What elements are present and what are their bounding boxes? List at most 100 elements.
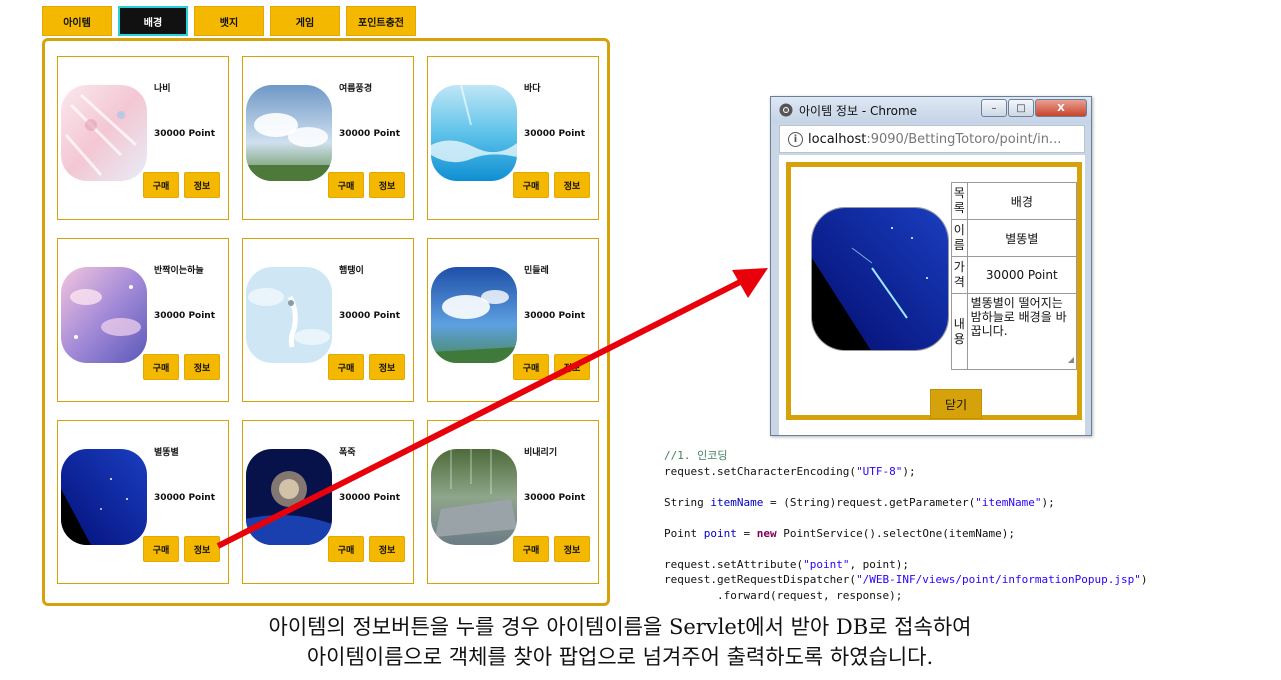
item-price: 30000 Point bbox=[154, 493, 216, 503]
description-textarea[interactable]: 별똥별이 떨어지는 밤하늘로 배경을 바꿉니다. ◢ bbox=[966, 293, 1078, 370]
item-image-sparkling-sky bbox=[61, 267, 147, 363]
info-button[interactable]: 정보 bbox=[369, 536, 405, 562]
chrome-icon bbox=[779, 103, 793, 117]
item-name: 햄탱이 bbox=[339, 266, 364, 276]
item-name: 반짝이는하늘 bbox=[154, 266, 204, 276]
code-text: String bbox=[664, 495, 711, 509]
tab-item[interactable]: 아이템 bbox=[42, 6, 112, 36]
item-name: 폭죽 bbox=[339, 448, 356, 458]
detail-value: 30000 Point bbox=[966, 256, 1078, 294]
code-text: , point); bbox=[849, 557, 910, 571]
info-button[interactable]: 정보 bbox=[184, 536, 220, 562]
item-name: 나비 bbox=[154, 84, 171, 94]
item-image-fireworks bbox=[246, 449, 332, 545]
close-button[interactable]: 닫기 bbox=[930, 389, 982, 419]
code-text: .forward(request, response); bbox=[664, 588, 903, 602]
info-button[interactable]: 정보 bbox=[369, 172, 405, 198]
item-card: 햄탱이 30000 Point 구매 정보 bbox=[242, 238, 414, 402]
buy-button[interactable]: 구매 bbox=[328, 354, 364, 380]
servlet-code-snippet: //1. 인코딩 request.setCharacterEncoding("U… bbox=[664, 448, 1147, 603]
popup-content: 목 록 배경 이 름 별똥별 가 격 30000 Point 내 용 별똥별이 … bbox=[779, 155, 1085, 435]
item-card: 바다 30000 Point 구매 정보 bbox=[427, 56, 599, 220]
buy-button[interactable]: 구매 bbox=[143, 172, 179, 198]
item-card: 여름풍경 30000 Point 구매 정보 bbox=[242, 56, 414, 220]
code-text: request.setAttribute( bbox=[664, 557, 804, 571]
window-close-button[interactable]: X bbox=[1035, 99, 1087, 117]
item-image-summer bbox=[246, 85, 332, 181]
item-card: 민들레 30000 Point 구매 정보 bbox=[427, 238, 599, 402]
info-button[interactable]: 정보 bbox=[554, 172, 590, 198]
code-text: ) bbox=[1140, 573, 1148, 586]
minimize-button[interactable]: – bbox=[981, 99, 1007, 117]
code-text: Point bbox=[664, 526, 704, 540]
buy-button[interactable]: 구매 bbox=[513, 354, 549, 380]
code-string: "itemName" bbox=[975, 495, 1042, 509]
item-info-popup-window: 아이템 정보 - Chrome – □ X i localhost:9090/B… bbox=[770, 96, 1092, 436]
item-detail-image bbox=[811, 207, 949, 351]
popup-title: 아이템 정보 - Chrome bbox=[799, 103, 918, 118]
maximize-button[interactable]: □ bbox=[1008, 99, 1034, 117]
detail-label: 이 름 bbox=[951, 219, 968, 257]
item-price: 30000 Point bbox=[339, 493, 401, 503]
detail-label: 내 용 bbox=[951, 293, 968, 370]
code-string: "UTF-8" bbox=[856, 464, 903, 478]
item-image-butterfly bbox=[61, 85, 147, 181]
code-text: = bbox=[736, 526, 757, 540]
info-button[interactable]: 정보 bbox=[184, 172, 220, 198]
detail-label: 가 격 bbox=[951, 256, 968, 294]
code-string: "point" bbox=[803, 557, 850, 571]
item-price: 30000 Point bbox=[154, 129, 216, 139]
code-string: "/WEB-INF/views/point/informationPopup.j… bbox=[856, 573, 1141, 586]
info-button[interactable]: 정보 bbox=[369, 354, 405, 380]
item-card: 반짝이는하늘 30000 Point 구매 정보 bbox=[57, 238, 229, 402]
item-name: 별똥별 bbox=[154, 448, 179, 458]
detail-label: 목 록 bbox=[951, 182, 968, 220]
item-image-dandelion bbox=[431, 267, 517, 363]
tab-badge[interactable]: 뱃지 bbox=[194, 6, 264, 36]
description-text: 별똥별이 떨어지는 밤하늘로 배경을 바꿉니다. bbox=[970, 296, 1067, 338]
buy-button[interactable]: 구매 bbox=[143, 536, 179, 562]
item-image-sea bbox=[431, 85, 517, 181]
buy-button[interactable]: 구매 bbox=[328, 536, 364, 562]
item-image-rain bbox=[431, 449, 517, 545]
tab-background[interactable]: 배경 bbox=[118, 6, 188, 36]
code-text: = (String)request.getParameter( bbox=[763, 495, 976, 509]
detail-value: 별똥별 bbox=[966, 219, 1078, 257]
buy-button[interactable]: 구매 bbox=[328, 172, 364, 198]
item-price: 30000 Point bbox=[339, 311, 401, 321]
detail-value: 배경 bbox=[966, 182, 1078, 220]
code-comment: //1. 인코딩 bbox=[664, 449, 728, 462]
tab-game[interactable]: 게임 bbox=[270, 6, 340, 36]
info-button[interactable]: 정보 bbox=[554, 354, 590, 380]
info-button[interactable]: 정보 bbox=[554, 536, 590, 562]
buy-button[interactable]: 구매 bbox=[513, 172, 549, 198]
address-bar[interactable]: i localhost:9090/BettingTotoro/point/in.… bbox=[779, 125, 1085, 153]
caption-line: 아이템이름으로 객체를 찾아 팝업으로 넘겨주어 출력하도록 하였습니다. bbox=[306, 645, 934, 669]
item-image-shooting-star bbox=[61, 449, 147, 545]
popup-gold-frame: 목 록 배경 이 름 별똥별 가 격 30000 Point 내 용 별똥별이 … bbox=[786, 162, 1082, 420]
buy-button[interactable]: 구매 bbox=[143, 354, 179, 380]
item-card: 폭죽 30000 Point 구매 정보 bbox=[242, 420, 414, 584]
item-price: 30000 Point bbox=[339, 129, 401, 139]
code-text: ); bbox=[1041, 495, 1055, 509]
code-text: request.setCharacterEncoding( bbox=[664, 464, 857, 478]
info-button[interactable]: 정보 bbox=[184, 354, 220, 380]
item-name: 바다 bbox=[524, 84, 541, 94]
item-detail-table: 목 록 배경 이 름 별똥별 가 격 30000 Point 내 용 별똥별이 … bbox=[951, 182, 1078, 370]
tab-point-charge[interactable]: 포인트충전 bbox=[346, 6, 416, 36]
code-text: request.getRequestDispatcher( bbox=[664, 573, 857, 586]
item-card: 비내리기 30000 Point 구매 정보 bbox=[427, 420, 599, 584]
code-variable: itemName bbox=[710, 495, 764, 509]
buy-button[interactable]: 구매 bbox=[513, 536, 549, 562]
site-info-icon[interactable]: i bbox=[788, 132, 803, 147]
item-name: 민들레 bbox=[524, 266, 549, 276]
item-price: 30000 Point bbox=[154, 311, 216, 321]
detail-row-category: 목 록 배경 bbox=[951, 182, 1078, 220]
item-price: 30000 Point bbox=[524, 493, 586, 503]
resize-grip-icon[interactable]: ◢ bbox=[1068, 353, 1074, 367]
url-host: localhost bbox=[808, 131, 867, 147]
item-name: 비내리기 bbox=[524, 448, 558, 458]
detail-row-name: 이 름 별똥별 bbox=[951, 219, 1078, 257]
code-text: PointService().selectOne(itemName); bbox=[776, 526, 1016, 540]
url-path: :9090/BettingTotoro/point/in... bbox=[866, 131, 1062, 147]
